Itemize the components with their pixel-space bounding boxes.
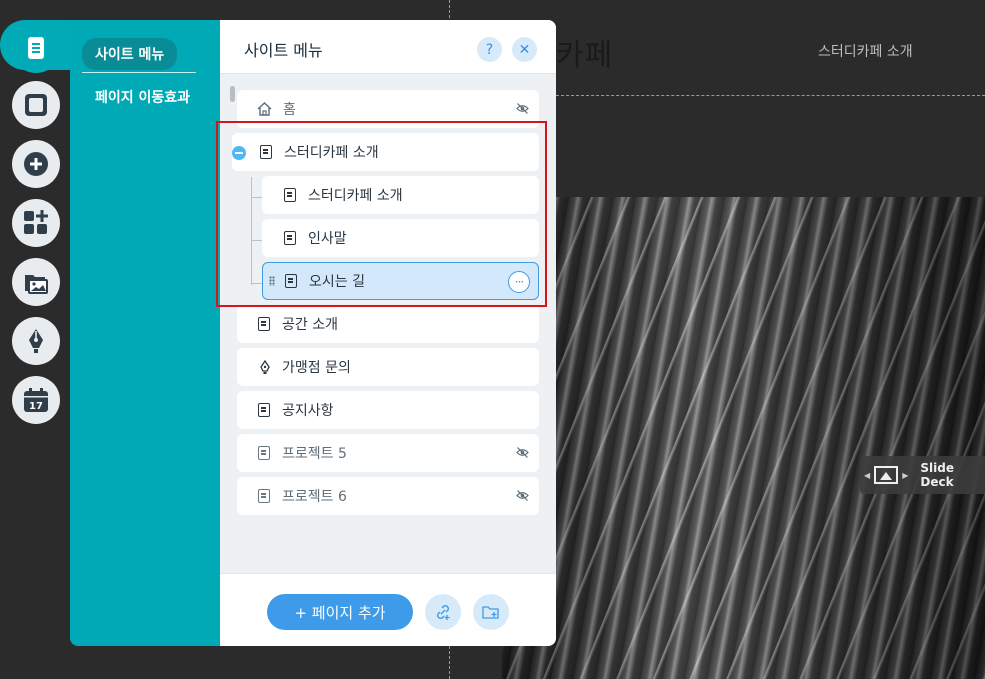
add-page-button[interactable]: + 페이지 추가 — [267, 594, 413, 630]
add-element-tool-button[interactable] — [12, 140, 60, 188]
add-box-tool-button[interactable] — [12, 81, 60, 129]
add-folder-button[interactable] — [473, 594, 509, 630]
slide-deck-label: Slide Deck — [920, 461, 954, 489]
left-toolbar: 17 — [0, 20, 70, 440]
slide-deck-image[interactable] — [502, 197, 985, 679]
page-icon — [258, 446, 270, 460]
panel-title: 사이트 메뉴 — [244, 41, 323, 60]
page-label: 공지사항 — [282, 403, 334, 419]
panel-header: 사이트 메뉴 ? ✕ — [220, 20, 556, 74]
page-icon — [258, 317, 270, 331]
site-logo: 카페 — [556, 38, 614, 73]
page-item-project5[interactable]: 프로젝트 5 — [237, 434, 539, 472]
bookings-tool-button[interactable]: 17 — [12, 376, 60, 424]
svg-text:17: 17 — [29, 401, 43, 412]
panel-footer: + 페이지 추가 — [220, 573, 556, 646]
add-link-button[interactable] — [425, 594, 461, 630]
image-icon — [874, 466, 899, 484]
hidden-eye-icon — [516, 103, 529, 114]
apps-tool-button[interactable] — [12, 199, 60, 247]
page-label: 홈 — [283, 102, 296, 118]
hidden-eye-icon — [516, 490, 529, 501]
folder-icon — [482, 606, 499, 619]
blog-tool-button[interactable] — [12, 317, 60, 365]
page-icon — [258, 403, 270, 417]
media-icon — [25, 275, 48, 294]
page-item-franchise[interactable]: 가맹점 문의 — [237, 348, 539, 386]
guide-line-horizontal — [556, 95, 985, 96]
teal-item-page-transitions[interactable]: 페이지 이동효과 — [95, 87, 190, 107]
close-button[interactable]: ✕ — [512, 37, 537, 62]
site-nav-item[interactable]: 스터디카페 소개 — [818, 41, 913, 61]
page-label: 프로젝트 5 — [282, 446, 347, 462]
divider — [82, 72, 196, 73]
scrollbar[interactable] — [230, 86, 235, 102]
pen-icon — [260, 359, 270, 374]
link-icon — [437, 605, 450, 620]
calendar-icon: 17 — [24, 388, 48, 412]
pages-tool-button[interactable] — [11, 23, 61, 73]
help-button[interactable]: ? — [477, 37, 502, 62]
highlight-annotation — [216, 121, 547, 307]
apps-add-icon — [24, 210, 48, 234]
site-menu-sidebar: 사이트 메뉴 페이지 이동효과 — [70, 20, 230, 646]
page-label: 프로젝트 6 — [282, 489, 347, 505]
page-icon — [258, 489, 270, 503]
page-item-space[interactable]: 공간 소개 — [237, 305, 539, 343]
page-label: 가맹점 문의 — [282, 360, 351, 376]
page-item-project6[interactable]: 프로젝트 6 — [237, 477, 539, 515]
home-icon — [257, 102, 272, 116]
site-menu-panel: 사이트 메뉴 ? ✕ 홈 스터디카페 소개 스터디카페 소개 인사말 오시는 길… — [220, 20, 556, 646]
page-item-notice[interactable]: 공지사항 — [237, 391, 539, 429]
media-tool-button[interactable] — [12, 258, 60, 306]
page-label: 공간 소개 — [282, 317, 338, 333]
pages-icon — [28, 37, 44, 59]
plus-circle-icon — [24, 152, 48, 176]
square-icon — [25, 94, 47, 116]
pen-icon — [29, 329, 43, 353]
teal-item-site-menu[interactable]: 사이트 메뉴 — [82, 38, 178, 70]
arrow-left-icon: ◀ — [864, 470, 871, 480]
arrow-right-icon: ▶ — [902, 470, 909, 480]
slide-deck-badge[interactable]: ◀ ▶ Slide Deck — [860, 456, 985, 494]
hidden-eye-icon — [516, 447, 529, 458]
